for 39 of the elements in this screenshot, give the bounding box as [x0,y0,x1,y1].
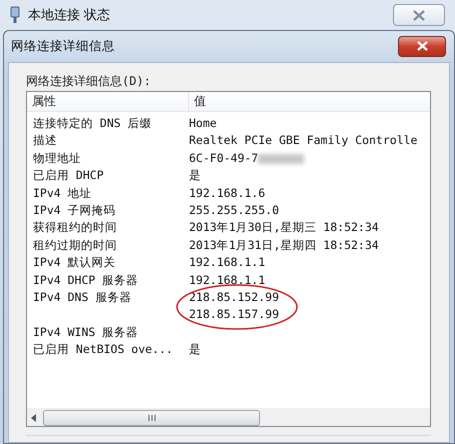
property-name: IPv4 地址 [33,186,92,200]
property-name: 连接特定的 DNS 后缀 [33,116,152,130]
property-value: 192.168.1.1 [189,272,266,289]
close-icon [416,41,428,51]
property-value: 是 [189,341,201,358]
blur-mark [258,154,304,164]
property-value: 是 [189,167,201,184]
property-value: Home [189,115,217,132]
list-label: 网络连接详细信息(D): [26,73,152,90]
property-value: 218.85.157.99 [189,306,280,324]
property-name: 租约过期的时间 [33,238,117,252]
details-list[interactable] [26,91,431,427]
property-value: 6C-F0-49-7 [189,150,304,168]
property-value: 2013年1月31日,星期四 18:52:34 [189,236,379,254]
column-header[interactable]: 属性 [27,92,189,111]
property-name: IPv4 WINS 服务器 [33,324,138,339]
property-value: 192.168.1.1 [189,254,266,272]
property-name: 描述 [33,133,57,148]
property-name: 物理地址 [33,150,81,165]
property-value: 2013年1月30日,星期三 18:52:34 [189,219,379,236]
property-name: IPv4 子网掩码 [33,203,116,218]
column-header[interactable]: 值 [189,92,430,111]
network-plug-icon [10,6,20,24]
property-value: Realtek PCIe GBE Family Controlle [189,132,418,150]
property-value: 192.168.1.6 [189,184,266,202]
close-button[interactable] [398,36,446,56]
property-name: 获得租约的时间 [33,220,117,234]
property-value: 218.85.152.99 [189,289,280,306]
property-name: 已启用 DHCP [33,168,104,182]
window-title: 本地连接 状态 [28,7,110,24]
property-name: IPv4 DNS 服务器 [33,290,132,304]
property-name: IPv4 DHCP 服务器 [33,272,138,287]
dialog-title: 网络连接详细信息 [11,38,115,54]
property-name: 已启用 NetBIOS ove... [33,342,173,356]
scrollbar-thumb[interactable] [43,410,260,426]
close-icon [413,10,425,20]
grip-icon [148,414,156,420]
property-value: 255.255.255.0 [189,202,280,220]
property-name: IPv4 默认网关 [33,255,116,270]
